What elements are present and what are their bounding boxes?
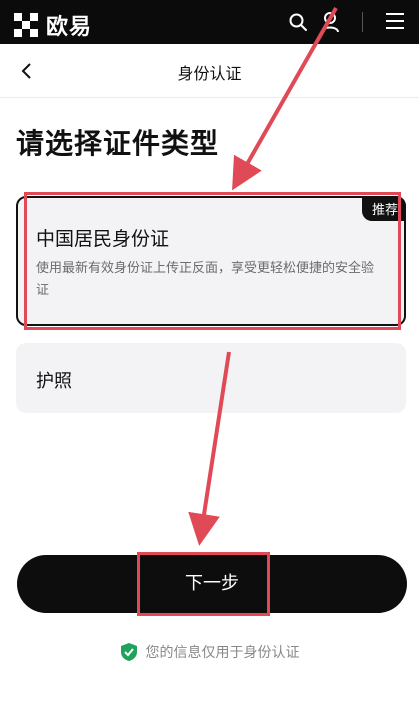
nav-title: 身份认证 (177, 64, 242, 83)
privacy-text: 您的信息仅用于身份认证 (145, 645, 300, 661)
next-button[interactable]: 下一步 (17, 555, 407, 613)
shield-check-icon (120, 643, 137, 661)
option-description: 使用最新有效身份证上传正反面，享受更轻松便捷的安全验证 (36, 261, 375, 298)
option-title: 中国居民身份证 (36, 228, 170, 250)
brand-name: 欧易 (46, 15, 93, 40)
top-bar: 欧易 (0, 0, 419, 44)
page-title: 请选择证件类型 (16, 127, 220, 160)
option-id-card[interactable]: 推荐 中国居民身份证 使用最新有效身份证上传正反面，享受更轻松便捷的安全验证 (16, 196, 406, 326)
privacy-note: 您的信息仅用于身份认证 (0, 642, 419, 662)
brand-logo[interactable]: 欧易 (14, 9, 92, 41)
option-passport[interactable]: 护照 (16, 343, 406, 413)
top-bar-divider (362, 12, 363, 32)
logo-mark-icon (14, 13, 38, 37)
menu-icon[interactable] (386, 12, 404, 30)
search-icon[interactable] (288, 12, 308, 32)
user-icon[interactable] (320, 11, 340, 33)
recommended-badge: 推荐 (361, 196, 406, 221)
nav-bar: 身份认证 (0, 44, 419, 98)
option-title: 护照 (36, 371, 72, 392)
